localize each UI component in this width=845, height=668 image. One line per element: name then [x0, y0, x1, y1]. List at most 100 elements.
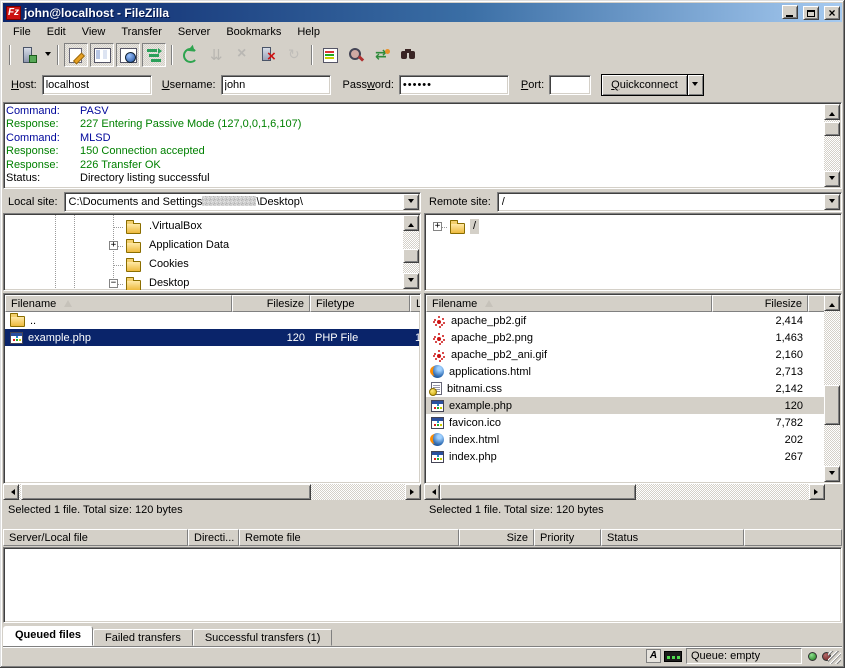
- sync-browsing-button[interactable]: [370, 43, 394, 67]
- tree-item-desktop[interactable]: −Desktop: [5, 275, 419, 291]
- file-row[interactable]: example.php120PHP File1: [5, 329, 419, 346]
- file-row[interactable]: applications.html2,713: [426, 363, 824, 380]
- file-row[interactable]: ..: [5, 312, 419, 329]
- scrollbar-left-button[interactable]: [424, 484, 440, 500]
- local-directory-tree[interactable]: .VirtualBox+Application DataCookies−Desk…: [3, 213, 421, 291]
- scrollbar-down-button[interactable]: [403, 273, 419, 289]
- tree-item-cookies[interactable]: Cookies: [5, 256, 419, 275]
- column-header-remote-file[interactable]: Remote file: [239, 529, 459, 546]
- tab-queued-files[interactable]: Queued files: [3, 626, 93, 646]
- maximize-button[interactable]: [803, 6, 819, 20]
- column-header-filetype[interactable]: Filetype: [310, 295, 410, 312]
- log-scrollbar[interactable]: [824, 104, 840, 187]
- tab-failed-transfers[interactable]: Failed transfers: [93, 629, 193, 646]
- column-header-filesize[interactable]: Filesize: [712, 295, 808, 312]
- scrollbar-left-button[interactable]: [3, 484, 19, 500]
- local-site-dropdown-button[interactable]: [403, 194, 419, 210]
- remote-list-scrollbar[interactable]: [824, 295, 840, 482]
- column-header-directi[interactable]: Directi...: [188, 529, 239, 546]
- password-input[interactable]: [399, 75, 509, 95]
- expand-icon[interactable]: +: [109, 241, 118, 250]
- remote-file-list[interactable]: FilenameFilesize apache_pb2.gif2,414apac…: [424, 293, 842, 484]
- menu-item-server[interactable]: Server: [170, 24, 218, 40]
- refresh-button[interactable]: [178, 43, 202, 67]
- process-queue-button[interactable]: [204, 43, 228, 67]
- toggle-remote-tree-button[interactable]: [116, 43, 140, 67]
- scrollbar-down-button[interactable]: [824, 466, 840, 482]
- quickconnect-dropdown-button[interactable]: [688, 74, 704, 96]
- column-header-filename[interactable]: Filename: [426, 295, 712, 312]
- scrollbar-thumb[interactable]: [21, 484, 311, 500]
- column-header-l[interactable]: L: [410, 295, 421, 312]
- remote-site-dropdown-button[interactable]: [824, 194, 840, 210]
- menu-item-view[interactable]: View: [74, 24, 114, 40]
- local-file-list[interactable]: FilenameFilesizeFiletypeL ..example.php1…: [3, 293, 421, 484]
- column-header-status[interactable]: Status: [601, 529, 744, 546]
- scrollbar-right-button[interactable]: [809, 484, 825, 500]
- site-manager-button[interactable]: [16, 43, 40, 67]
- speed-limit-icon[interactable]: [664, 651, 682, 662]
- scrollbar-up-button[interactable]: [403, 215, 419, 231]
- quickconnect-button[interactable]: Quickconnect: [601, 74, 688, 96]
- scrollbar-track[interactable]: [403, 231, 419, 273]
- toggle-queue-button[interactable]: [142, 43, 166, 67]
- tree-item-application-data[interactable]: +Application Data: [5, 237, 419, 256]
- column-header-size[interactable]: Size: [459, 529, 534, 546]
- toggle-log-button[interactable]: [64, 43, 88, 67]
- file-row[interactable]: bitnami.css2,142: [426, 380, 824, 397]
- file-row[interactable]: index.php267: [426, 448, 824, 465]
- menu-item-file[interactable]: File: [5, 24, 39, 40]
- resize-grip[interactable]: [828, 651, 841, 664]
- scrollbar-down-button[interactable]: [824, 171, 840, 187]
- menu-item-edit[interactable]: Edit: [39, 24, 74, 40]
- find-button[interactable]: [396, 43, 420, 67]
- column-header-priority[interactable]: Priority: [534, 529, 601, 546]
- scrollbar-thumb[interactable]: [824, 122, 840, 136]
- file-row[interactable]: index.html202: [426, 431, 824, 448]
- scrollbar-track[interactable]: [824, 120, 840, 171]
- host-input[interactable]: [42, 75, 152, 95]
- expand-icon[interactable]: +: [433, 222, 442, 231]
- scrollbar-right-button[interactable]: [405, 484, 421, 500]
- tab-successful-transfers-1[interactable]: Successful transfers (1): [193, 629, 333, 646]
- site-manager-dropdown-button[interactable]: [42, 44, 53, 66]
- menu-item-help[interactable]: Help: [289, 24, 328, 40]
- username-input[interactable]: [221, 75, 331, 95]
- file-row[interactable]: apache_pb2.png1,463: [426, 329, 824, 346]
- local-list-hscrollbar[interactable]: [3, 484, 421, 500]
- minimize-button[interactable]: [782, 5, 798, 19]
- local-tree-scrollbar[interactable]: [403, 215, 419, 289]
- scrollbar-thumb[interactable]: [824, 385, 840, 425]
- filter-button[interactable]: [318, 43, 342, 67]
- menu-item-bookmarks[interactable]: Bookmarks: [218, 24, 289, 40]
- scrollbar-track[interactable]: [19, 484, 405, 500]
- local-site-combobox[interactable]: C:\Documents and Settings\Desktop\: [64, 192, 421, 212]
- file-row[interactable]: apache_pb2_ani.gif2,160: [426, 346, 824, 363]
- collapse-icon[interactable]: −: [109, 279, 118, 288]
- compare-button[interactable]: [344, 43, 368, 67]
- scrollbar-up-button[interactable]: [824, 104, 840, 120]
- scrollbar-up-button[interactable]: [824, 295, 840, 311]
- cancel-button[interactable]: [230, 43, 254, 67]
- remote-site-combobox[interactable]: /: [497, 192, 842, 212]
- title-bar[interactable]: Fz john@localhost - FileZilla ×: [3, 3, 842, 22]
- close-button[interactable]: ×: [824, 6, 840, 20]
- scrollbar-thumb[interactable]: [403, 249, 419, 263]
- data-type-indicator-icon[interactable]: A: [646, 649, 661, 663]
- disconnect-button[interactable]: [256, 43, 280, 67]
- scrollbar-track[interactable]: [824, 311, 840, 466]
- tree-item-blank[interactable]: +/: [426, 218, 840, 237]
- remote-list-hscrollbar[interactable]: [424, 484, 825, 500]
- file-row[interactable]: example.php120: [426, 397, 824, 414]
- column-header-filesize[interactable]: Filesize: [232, 295, 310, 312]
- tree-item-virtualbox[interactable]: .VirtualBox: [5, 218, 419, 237]
- file-row[interactable]: favicon.ico7,782: [426, 414, 824, 431]
- scrollbar-track[interactable]: [440, 484, 809, 500]
- reconnect-button[interactable]: [282, 43, 306, 67]
- toggle-local-tree-button[interactable]: [90, 43, 114, 67]
- column-header-server-local-file[interactable]: Server/Local file: [3, 529, 188, 546]
- remote-directory-tree[interactable]: +/: [424, 213, 842, 291]
- port-input[interactable]: [549, 75, 591, 95]
- file-row[interactable]: apache_pb2.gif2,414: [426, 312, 824, 329]
- scrollbar-thumb[interactable]: [440, 484, 636, 500]
